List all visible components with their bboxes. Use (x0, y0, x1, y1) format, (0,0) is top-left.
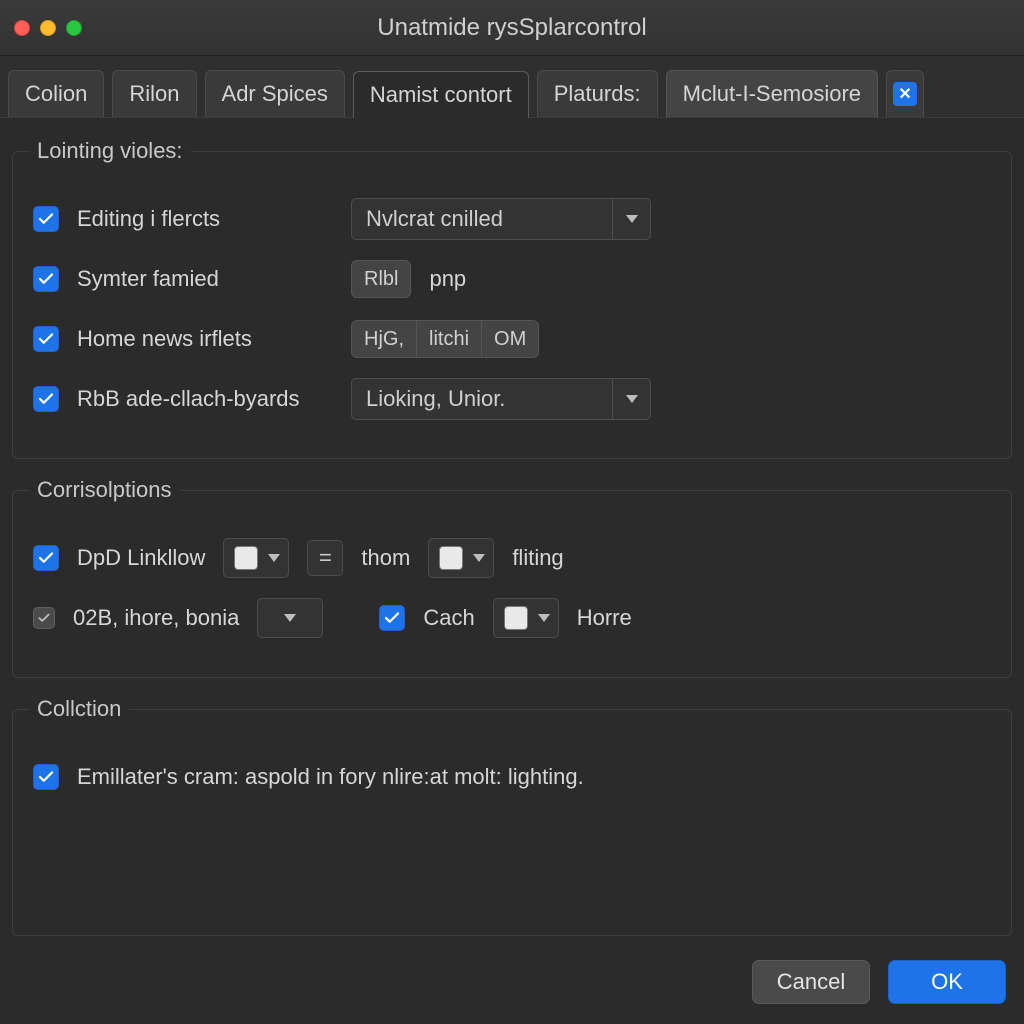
small-combo-02b[interactable] (257, 598, 323, 638)
chevron-down-icon (467, 539, 491, 577)
traffic-lights (14, 20, 82, 36)
checkbox-homenews[interactable] (33, 326, 59, 352)
window-zoom-button[interactable] (66, 20, 82, 36)
chevron-down-icon (612, 199, 650, 239)
tab-platurds[interactable]: Platurds: (537, 70, 658, 117)
row-rbb: RbB ade-cllach-byards Lioking, Unior. (33, 376, 991, 422)
label-dpd: DpD Linkllow (77, 545, 205, 571)
tab-rilon[interactable]: Rilon (112, 70, 196, 117)
checkbox-symter[interactable] (33, 266, 59, 292)
tab-colion[interactable]: Colion (8, 70, 104, 117)
row-02b: 02B, ihore, bonia Cach Horre (33, 595, 991, 641)
group-title: Collction (29, 696, 129, 722)
color-swatch (439, 546, 463, 570)
suffix-pnp: pnp (429, 266, 466, 292)
checkbox-emillaters[interactable] (33, 764, 59, 790)
checkbox-cach[interactable] (379, 605, 405, 631)
tab-mclut-semosiore[interactable]: Mclut-I-Semosiore (666, 70, 878, 117)
checkbox-dpd[interactable] (33, 545, 59, 571)
group-title: Corrisolptions (29, 477, 180, 503)
tab-close-badge[interactable]: ✕ (886, 70, 924, 117)
close-icon: ✕ (893, 82, 917, 106)
label-homenews: Home news irflets (77, 326, 252, 352)
window-minimize-button[interactable] (40, 20, 56, 36)
chevron-down-icon (262, 539, 286, 577)
titlebar: Unatmide rysSplarcontrol (0, 0, 1024, 56)
label-emillaters: Emillater's cram: aspold in fory nlire:a… (77, 764, 584, 790)
check-icon (37, 549, 55, 567)
tab-bar: Colion Rilon Adr Spices Namist contort P… (0, 56, 1024, 118)
color-picker-1[interactable] (223, 538, 289, 578)
equals-operator[interactable]: = (307, 540, 343, 576)
color-picker-cach[interactable] (493, 598, 559, 638)
combo-editing[interactable]: Nvlcrat cnilled (351, 198, 651, 240)
check-icon (37, 330, 55, 348)
group-collction: Collction Emillater's cram: aspold in fo… (12, 696, 1012, 936)
label-02b: 02B, ihore, bonia (73, 605, 239, 631)
row-emillaters: Emillater's cram: aspold in fory nlire:a… (33, 754, 991, 800)
label-symter: Symter famied (77, 266, 219, 292)
color-picker-2[interactable] (428, 538, 494, 578)
cancel-button[interactable]: Cancel (752, 960, 870, 1004)
row-dpd: DpD Linkllow = thom fliting (33, 535, 991, 581)
label-fliting: fliting (512, 545, 563, 571)
combo-value: Nvlcrat cnilled (352, 206, 612, 232)
combo-rbb[interactable]: Lioking, Unior. (351, 378, 651, 420)
check-icon (37, 611, 51, 625)
tab-adr-spices[interactable]: Adr Spices (205, 70, 345, 117)
check-icon (37, 768, 55, 786)
checkbox-editing[interactable] (33, 206, 59, 232)
color-swatch (504, 606, 528, 630)
tab-label: Namist contort (370, 82, 512, 108)
chevron-down-icon (532, 599, 556, 637)
chip-rlbl[interactable]: Rlbl (351, 260, 411, 298)
window-title: Unatmide rysSplarcontrol (0, 14, 1024, 42)
tab-namist-contort[interactable]: Namist contort (353, 71, 529, 118)
checkbox-02b[interactable] (33, 607, 55, 629)
label-thom: thom (361, 545, 410, 571)
check-icon (383, 609, 401, 627)
checkbox-rbb[interactable] (33, 386, 59, 412)
tab-label: Platurds: (554, 81, 641, 107)
row-symter: Symter famied Rlbl pnp (33, 256, 991, 302)
label-editing: Editing i flercts (77, 206, 220, 232)
tab-label: Mclut-I-Semosiore (683, 81, 861, 107)
chevron-down-icon (612, 379, 650, 419)
row-editing: Editing i flercts Nvlcrat cnilled (33, 196, 991, 242)
tab-label: Adr Spices (222, 81, 328, 107)
row-homenews: Home news irflets HjG, litchi OM (33, 316, 991, 362)
button-label: Cancel (777, 969, 845, 995)
color-swatch (234, 546, 258, 570)
check-icon (37, 270, 55, 288)
tab-label: Rilon (129, 81, 179, 107)
ok-button[interactable]: OK (888, 960, 1006, 1004)
dialog-footer: Cancel OK (752, 960, 1006, 1004)
group-corrisolptions: Corrisolptions DpD Linkllow = thom fliti… (12, 477, 1012, 678)
chip: HjG, (351, 320, 416, 358)
group-title: Lointing violes: (29, 138, 191, 164)
label-cach: Cach (423, 605, 474, 631)
combo-value: Lioking, Unior. (352, 386, 612, 412)
chevron-down-icon (258, 599, 322, 637)
check-icon (37, 390, 55, 408)
tab-label: Colion (25, 81, 87, 107)
label-rbb: RbB ade-cllach-byards (77, 386, 300, 412)
chipset-homenews[interactable]: HjG, litchi OM (351, 320, 539, 358)
check-icon (37, 210, 55, 228)
window-close-button[interactable] (14, 20, 30, 36)
chip: OM (481, 320, 539, 358)
group-lointing: Lointing violes: Editing i flercts Nvlcr… (12, 138, 1012, 459)
button-label: OK (931, 969, 963, 995)
chip: litchi (416, 320, 481, 358)
label-horre: Horre (577, 605, 632, 631)
